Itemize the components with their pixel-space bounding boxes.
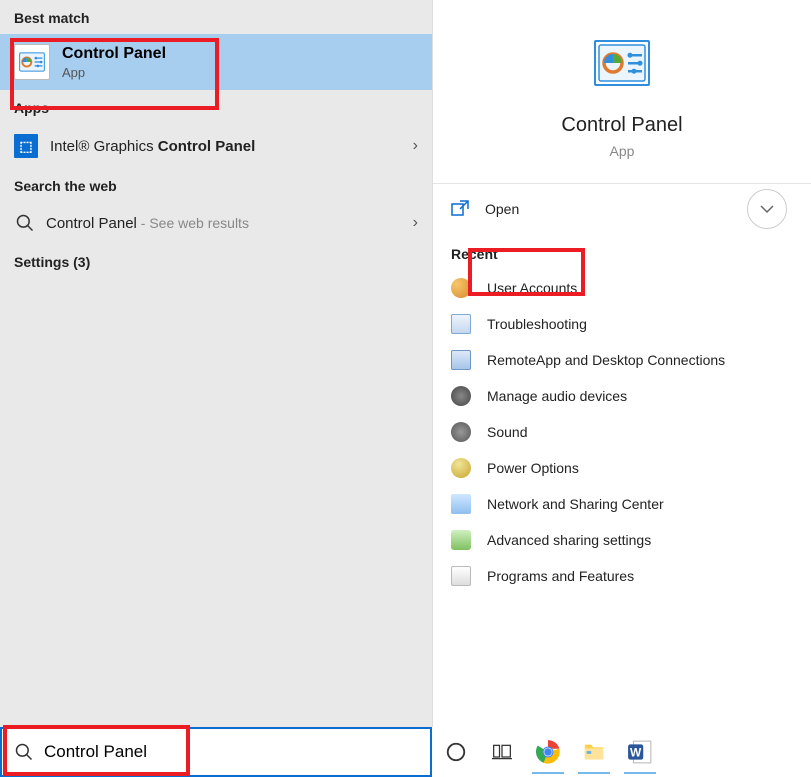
remoteapp-icon bbox=[451, 350, 471, 370]
task-view-icon[interactable] bbox=[488, 738, 516, 766]
recent-label: Troubleshooting bbox=[487, 316, 587, 332]
apps-item-bold: Control Panel bbox=[158, 138, 256, 155]
troubleshooting-icon bbox=[451, 314, 471, 334]
recent-item-power[interactable]: Power Options bbox=[433, 450, 811, 486]
best-match-item-control-panel[interactable]: Control Panel App bbox=[0, 34, 432, 90]
audio-icon bbox=[451, 386, 471, 406]
recent-label: Programs and Features bbox=[487, 568, 634, 584]
recent-item-network[interactable]: Network and Sharing Center bbox=[433, 486, 811, 522]
recent-label: Advanced sharing settings bbox=[487, 532, 651, 548]
sound-icon bbox=[451, 422, 471, 442]
recent-item-user-accounts[interactable]: User Accounts bbox=[433, 270, 811, 306]
taskbar: W bbox=[432, 727, 811, 777]
recent-label: Sound bbox=[487, 424, 527, 440]
cortana-icon[interactable] bbox=[442, 738, 470, 766]
recent-header: Recent bbox=[433, 234, 811, 270]
best-match-title: Control Panel bbox=[62, 45, 166, 63]
chrome-icon[interactable] bbox=[534, 738, 562, 766]
recent-item-remoteapp[interactable]: RemoteApp and Desktop Connections bbox=[433, 342, 811, 378]
web-item-suffix: - See web results bbox=[137, 215, 249, 231]
user-accounts-icon bbox=[451, 278, 471, 298]
file-explorer-icon[interactable] bbox=[580, 738, 608, 766]
open-icon bbox=[451, 200, 469, 218]
apps-item-prefix: Intel® Graphics bbox=[50, 138, 158, 155]
recent-label: User Accounts bbox=[487, 280, 577, 296]
intel-icon: ⬚ bbox=[14, 134, 38, 158]
recent-list: User Accounts Troubleshooting RemoteApp … bbox=[433, 270, 811, 594]
network-icon bbox=[451, 494, 471, 514]
word-icon[interactable]: W bbox=[626, 738, 654, 766]
best-match-header: Best match bbox=[0, 0, 432, 34]
svg-text:W: W bbox=[630, 745, 642, 759]
sharing-icon bbox=[451, 530, 471, 550]
apps-item-intel-graphics[interactable]: ⬚ Intel® Graphics Control Panel › bbox=[0, 124, 432, 168]
search-icon bbox=[14, 212, 36, 234]
search-results-panel: Best match Control Panel App Apps ⬚ Inte… bbox=[0, 0, 432, 727]
details-subtitle: App bbox=[610, 143, 635, 159]
recent-label: Network and Sharing Center bbox=[487, 496, 664, 512]
expand-button[interactable] bbox=[747, 189, 787, 229]
recent-label: RemoteApp and Desktop Connections bbox=[487, 352, 725, 368]
search-icon bbox=[14, 742, 34, 762]
open-action[interactable]: Open bbox=[433, 184, 811, 234]
web-header: Search the web bbox=[0, 168, 432, 202]
open-label: Open bbox=[485, 201, 519, 217]
recent-item-troubleshooting[interactable]: Troubleshooting bbox=[433, 306, 811, 342]
recent-label: Power Options bbox=[487, 460, 579, 476]
apps-header: Apps bbox=[0, 90, 432, 124]
recent-label: Manage audio devices bbox=[487, 388, 627, 404]
web-item-control-panel[interactable]: Control Panel - See web results › bbox=[0, 202, 432, 244]
search-input[interactable] bbox=[44, 742, 418, 762]
bottom-bar: W bbox=[0, 727, 811, 777]
search-bar[interactable] bbox=[0, 727, 432, 777]
chevron-right-icon[interactable]: › bbox=[413, 214, 418, 232]
web-item-title: Control Panel bbox=[46, 215, 137, 232]
details-title: Control Panel bbox=[561, 114, 682, 137]
control-panel-icon bbox=[14, 44, 50, 80]
recent-item-programs[interactable]: Programs and Features bbox=[433, 558, 811, 594]
settings-header[interactable]: Settings (3) bbox=[0, 244, 432, 280]
chevron-right-icon[interactable]: › bbox=[413, 137, 418, 155]
recent-item-sharing[interactable]: Advanced sharing settings bbox=[433, 522, 811, 558]
control-panel-large-icon bbox=[594, 40, 650, 86]
programs-icon bbox=[451, 566, 471, 586]
details-panel: Control Panel App Open Recent User Accou… bbox=[432, 0, 811, 727]
recent-item-audio[interactable]: Manage audio devices bbox=[433, 378, 811, 414]
best-match-subtitle: App bbox=[62, 65, 166, 80]
recent-item-sound[interactable]: Sound bbox=[433, 414, 811, 450]
power-icon bbox=[451, 458, 471, 478]
